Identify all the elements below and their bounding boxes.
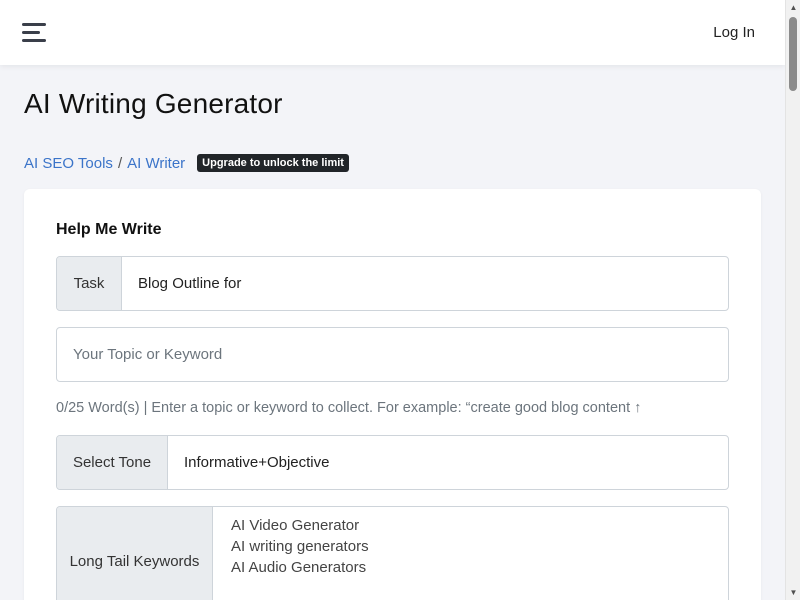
hamburger-menu-icon[interactable] bbox=[22, 23, 46, 43]
keyword-item: AI Video Generator bbox=[231, 517, 360, 534]
upgrade-badge[interactable]: Upgrade to unlock the limit bbox=[197, 154, 349, 172]
login-link[interactable]: Log In bbox=[713, 24, 755, 41]
long-tail-keywords-label: Long Tail Keywords bbox=[57, 507, 213, 600]
word-count-hint: 0/25 Word(s) | Enter a topic or keyword … bbox=[56, 400, 642, 416]
menu-line-icon bbox=[22, 39, 46, 42]
task-label: Task bbox=[57, 257, 122, 310]
section-title: Help Me Write bbox=[56, 221, 162, 238]
page-title: AI Writing Generator bbox=[24, 88, 283, 119]
breadcrumb-link-ai-seo-tools[interactable]: AI SEO Tools bbox=[24, 155, 113, 172]
breadcrumb: AI SEO Tools / AI Writer Upgrade to unlo… bbox=[24, 154, 349, 172]
scroll-down-arrow-icon[interactable]: ▼ bbox=[786, 585, 800, 600]
task-input-group: Task Blog Outline for bbox=[56, 256, 729, 311]
menu-line-icon bbox=[22, 31, 40, 34]
menu-line-icon bbox=[22, 23, 46, 26]
tone-label: Select Tone bbox=[57, 436, 168, 489]
long-tail-keywords-group: Long Tail Keywords AI Video Generator AI… bbox=[56, 506, 729, 600]
tone-select[interactable]: Informative+Objective bbox=[168, 436, 728, 489]
task-select[interactable]: Blog Outline for bbox=[122, 257, 728, 310]
topic-keyword-input[interactable] bbox=[56, 327, 729, 382]
tone-input-group: Select Tone Informative+Objective bbox=[56, 435, 729, 490]
breadcrumb-link-ai-writer[interactable]: AI Writer bbox=[127, 155, 185, 172]
keyword-item: AI Audio Generators bbox=[231, 559, 367, 576]
help-me-write-card: Help Me Write Task Blog Outline for 0/25… bbox=[24, 189, 761, 600]
top-navbar: Log In bbox=[0, 0, 785, 65]
keyword-item: AI writing generators bbox=[231, 538, 369, 555]
page-scrollbar[interactable]: ▲ ▼ bbox=[785, 0, 800, 600]
scroll-up-arrow-icon[interactable]: ▲ bbox=[786, 0, 800, 15]
scrollbar-thumb[interactable] bbox=[789, 17, 797, 91]
page-viewport: Log In AI Writing Generator AI SEO Tools… bbox=[0, 0, 785, 600]
breadcrumb-separator: / bbox=[117, 154, 123, 172]
long-tail-keywords-textarea[interactable]: AI Video Generator AI writing generators… bbox=[213, 507, 728, 600]
